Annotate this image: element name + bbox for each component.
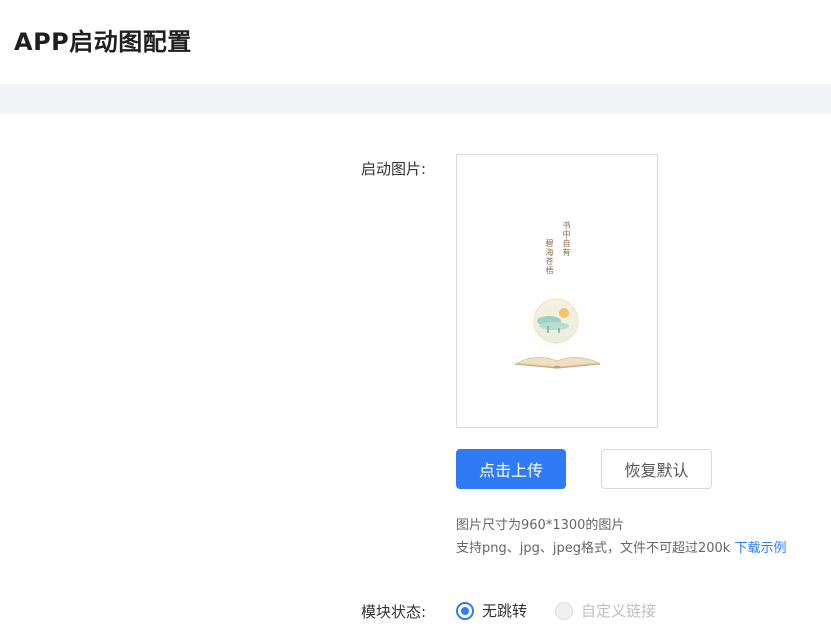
page-title: APP启动图配置 bbox=[14, 28, 192, 56]
radio-disabled-icon bbox=[555, 601, 574, 620]
radio-checked-icon[interactable] bbox=[456, 601, 474, 620]
upload-button[interactable]: 点击上传 bbox=[456, 449, 566, 489]
book-illustration-icon bbox=[509, 289, 605, 369]
launch-image-label: 启动图片: bbox=[360, 160, 426, 178]
download-example-link[interactable]: 下载示例 bbox=[734, 541, 786, 556]
restore-default-button[interactable]: 恢复默认 bbox=[601, 449, 712, 489]
size-hint: 图片尺寸为960*1300的图片 bbox=[456, 518, 625, 533]
format-hint-row: 支持png、jpg、jpeg格式，文件不可超过200k 下载示例 bbox=[456, 537, 786, 556]
launch-image-preview: 书中自有 碧海苍梧 bbox=[456, 154, 658, 428]
radio-custom-link-label: 自定义链接 bbox=[581, 602, 657, 620]
section-divider bbox=[0, 84, 831, 114]
radio-no-jump-label: 无跳转 bbox=[482, 602, 528, 620]
radio-no-jump[interactable]: 无跳转 bbox=[456, 600, 527, 621]
radio-custom-link: 自定义链接 bbox=[555, 600, 656, 621]
format-hint: 支持png、jpg、jpeg格式，文件不可超过200k bbox=[456, 541, 735, 556]
status-radio-group: 无跳转 自定义链接 bbox=[456, 600, 684, 621]
module-status-label: 模块状态: bbox=[360, 603, 426, 621]
